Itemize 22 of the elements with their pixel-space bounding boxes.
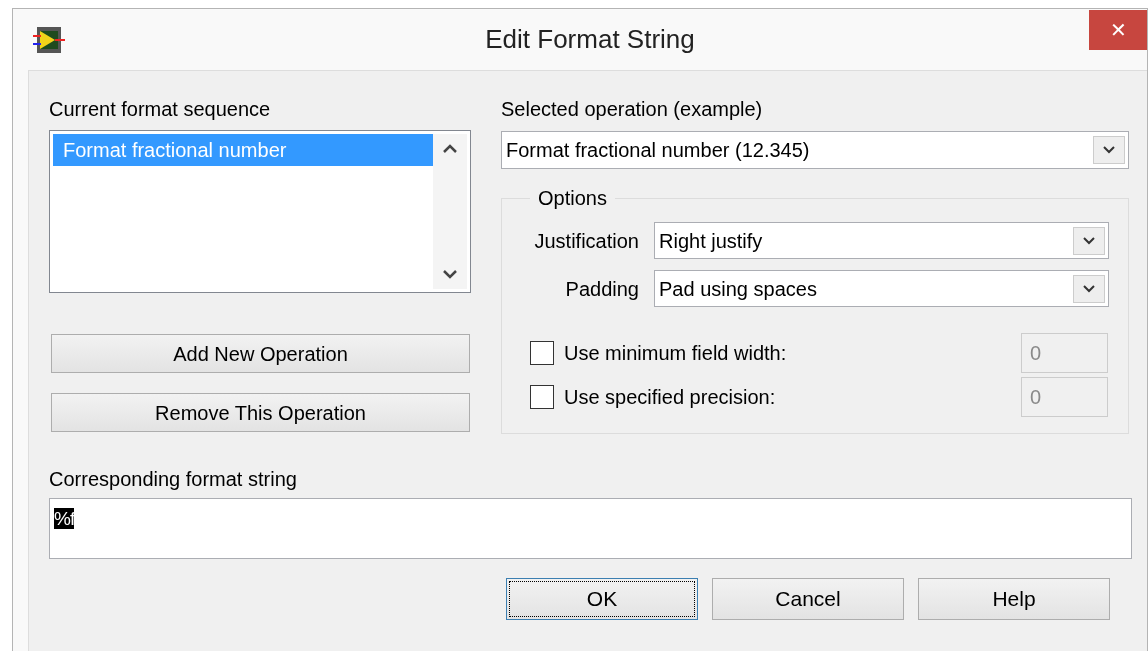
operation-dropdown[interactable]: Format fractional number (12.345) — [501, 131, 1129, 169]
dialog-button[interactable]: Help — [918, 578, 1110, 620]
close-button[interactable]: ✕ — [1089, 10, 1147, 50]
operation-button[interactable]: Remove This Operation — [51, 393, 470, 432]
operation-button[interactable]: Add New Operation — [51, 334, 470, 373]
option-dropdown[interactable]: Right justify — [654, 222, 1109, 259]
option-dropdown[interactable]: Pad using spaces — [654, 270, 1109, 307]
format-string-field[interactable]: %f — [49, 498, 1132, 559]
checkbox-label: Use specified precision: — [564, 385, 777, 410]
sequence-label: Current format sequence — [49, 97, 272, 122]
scroll-up-icon[interactable] — [443, 144, 457, 153]
format-string-text: %f — [54, 508, 75, 529]
scroll-down-icon[interactable] — [443, 270, 457, 279]
checkbox-label: Use minimum field width: — [564, 341, 788, 366]
dialog-button[interactable]: Cancel — [712, 578, 904, 620]
option-label: Justification — [533, 228, 639, 254]
format-string-label: Corresponding format string — [49, 467, 298, 492]
option-label: Padding — [564, 276, 639, 302]
dialog-button[interactable]: OK — [506, 578, 698, 620]
operation-label: Selected operation (example) — [501, 97, 764, 122]
window-title: Edit Format String — [485, 23, 695, 56]
app-icon — [33, 24, 65, 55]
